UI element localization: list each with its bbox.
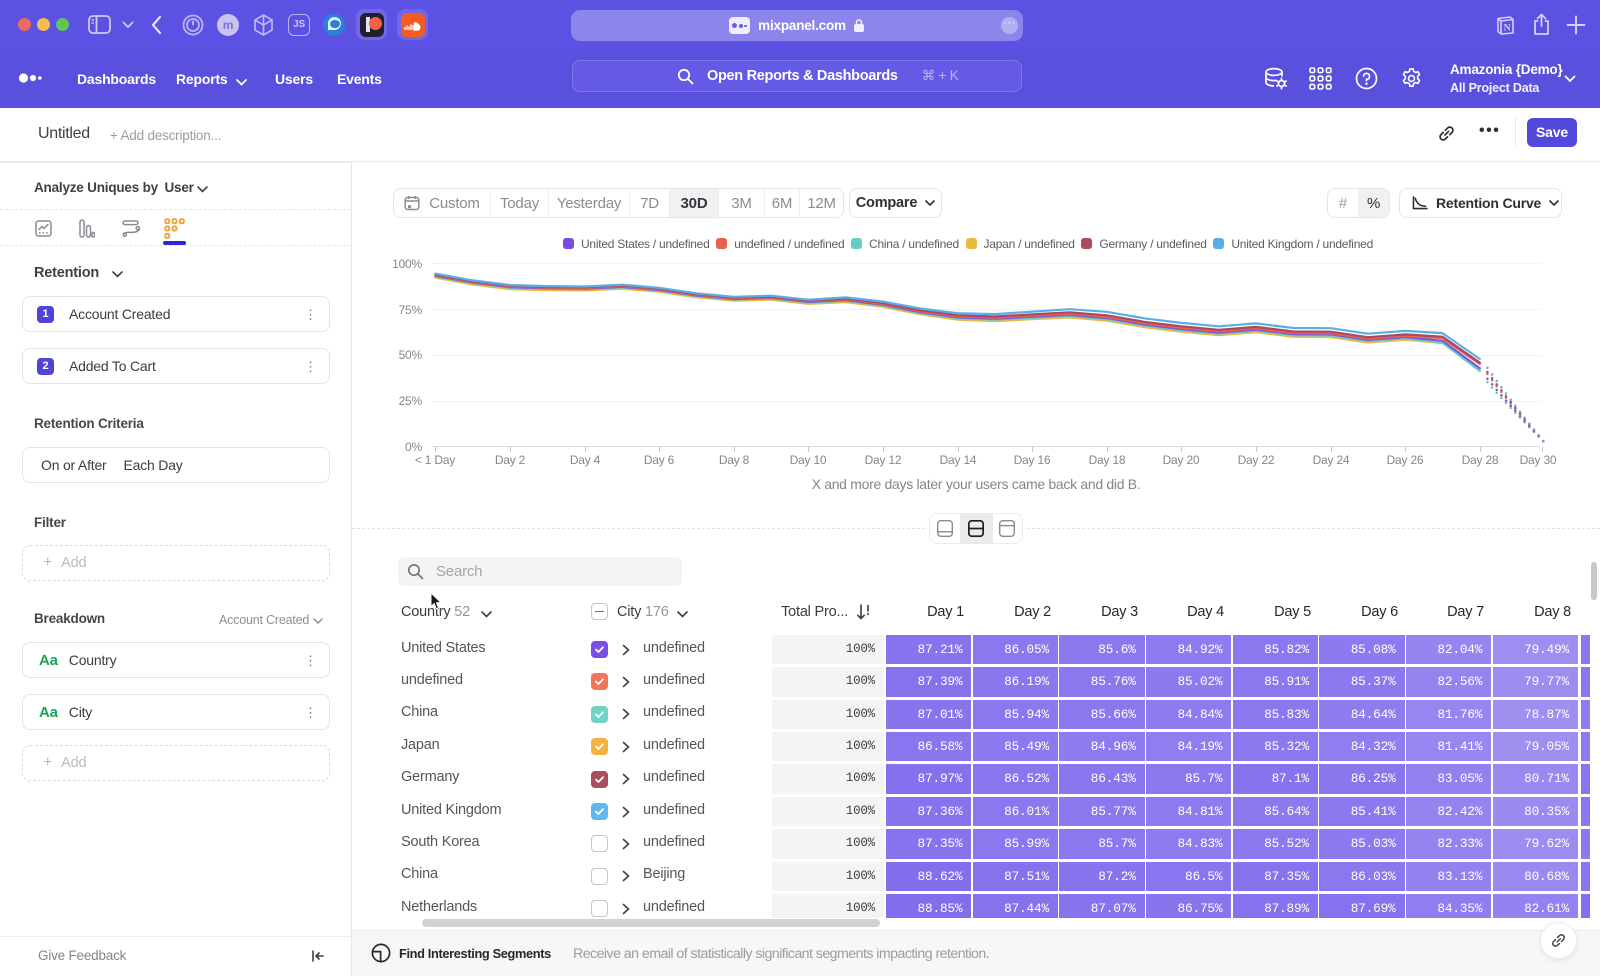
svg-text:N: N: [1504, 24, 1511, 34]
